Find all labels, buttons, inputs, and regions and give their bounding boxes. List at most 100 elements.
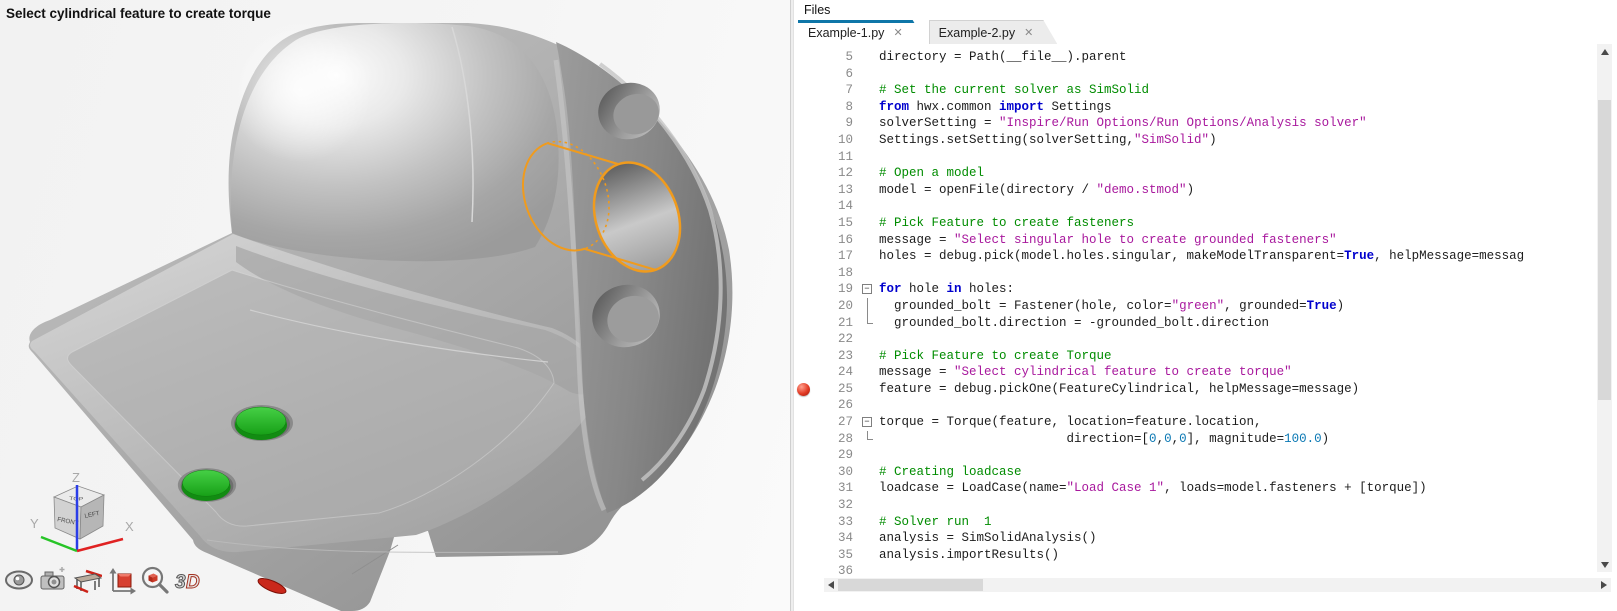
breakpoint-margin[interactable] — [794, 431, 812, 448]
horizontal-scrollbar[interactable] — [824, 578, 1611, 592]
fold-margin — [860, 265, 875, 282]
close-tab-icon[interactable]: ✕ — [893, 28, 902, 39]
horizontal-scroll-thumb[interactable] — [838, 579, 983, 591]
fold-margin — [860, 315, 875, 332]
line-number: 34 — [812, 530, 860, 547]
breakpoint-margin[interactable] — [794, 165, 812, 182]
line-number: 22 — [812, 331, 860, 348]
breakpoint-margin[interactable] — [794, 563, 812, 578]
breakpoint-margin[interactable] — [794, 115, 812, 132]
code-text — [875, 497, 879, 514]
breakpoint-margin[interactable] — [794, 480, 812, 497]
fold-margin — [860, 431, 875, 448]
code-line: 12# Open a model — [794, 165, 1598, 182]
code-text: # Pick Feature to create Torque — [875, 348, 1112, 365]
snapshot-icon[interactable] — [38, 565, 68, 595]
fold-margin — [860, 115, 875, 132]
breakpoint-margin[interactable] — [794, 132, 812, 149]
code-text: directory = Path(__file__).parent — [875, 49, 1127, 66]
bracket-model[interactable]: TOP FRONT LEFT Z Y X — [0, 0, 790, 611]
code-line: 14 — [794, 198, 1598, 215]
breakpoint-margin[interactable] — [794, 66, 812, 83]
breakpoint-margin[interactable] — [794, 99, 812, 116]
code-text — [875, 331, 879, 348]
fold-margin — [860, 149, 875, 166]
breakpoint-margin[interactable] — [794, 331, 812, 348]
vertical-scroll-thumb[interactable] — [1598, 100, 1611, 400]
breakpoint-margin[interactable] — [794, 497, 812, 514]
scroll-right-icon[interactable] — [1597, 578, 1611, 592]
breakpoint-margin[interactable] — [794, 315, 812, 332]
line-number: 7 — [812, 82, 860, 99]
fit-region-icon[interactable] — [106, 565, 136, 595]
scroll-down-icon[interactable] — [1597, 557, 1612, 572]
line-number: 25 — [812, 381, 860, 398]
code-line: 28 direction=[0,0,0], magnitude=100.0) — [794, 431, 1598, 448]
breakpoint-margin[interactable] — [794, 248, 812, 265]
code-line: 7# Set the current solver as SimSolid — [794, 82, 1598, 99]
fold-margin — [860, 232, 875, 249]
breakpoint-margin[interactable] — [794, 414, 812, 431]
code-editor[interactable]: 5directory = Path(__file__).parent67# Se… — [794, 44, 1598, 578]
breakpoint-margin[interactable] — [794, 348, 812, 365]
tab-example-2[interactable]: Example-2.py ✕ — [929, 20, 1058, 44]
fold-margin — [860, 530, 875, 547]
close-tab-icon[interactable]: ✕ — [1024, 28, 1033, 39]
breakpoint-margin[interactable] — [794, 530, 812, 547]
fold-margin — [860, 182, 875, 199]
code-line: 5directory = Path(__file__).parent — [794, 49, 1598, 66]
move-table-icon[interactable] — [72, 565, 102, 595]
code-line: 23# Pick Feature to create Torque — [794, 348, 1598, 365]
breakpoint-margin[interactable] — [794, 182, 812, 199]
code-text: direction=[0,0,0], magnitude=100.0) — [875, 431, 1329, 448]
3d-view-icon[interactable]: 3 D — [174, 565, 204, 595]
specular-highlight — [228, 18, 372, 162]
breakpoint-margin[interactable] — [794, 514, 812, 531]
breakpoint-margin[interactable] — [794, 281, 812, 298]
files-panel: Files Example-1.py ✕ Example-2.py ✕ 5dir… — [794, 0, 1617, 611]
zoom-icon[interactable] — [140, 565, 170, 595]
scroll-up-icon[interactable] — [1597, 44, 1612, 59]
line-number: 12 — [812, 165, 860, 182]
fold-margin[interactable]: − — [860, 281, 875, 298]
fold-margin — [860, 132, 875, 149]
code-text: # Solver run 1 — [875, 514, 992, 531]
breakpoint-margin[interactable] — [794, 215, 812, 232]
modeling-viewport[interactable]: Select cylindrical feature to create tor… — [0, 0, 790, 611]
visibility-icon[interactable] — [4, 565, 34, 595]
breakpoint-margin[interactable] — [794, 364, 812, 381]
vertical-scrollbar[interactable] — [1597, 44, 1612, 572]
breakpoint-margin[interactable] — [794, 82, 812, 99]
line-number: 9 — [812, 115, 860, 132]
breakpoint-margin[interactable] — [794, 232, 812, 249]
fold-margin — [860, 298, 875, 315]
code-text: holes = debug.pick(model.holes.singular,… — [875, 248, 1524, 265]
file-tab-bar: Example-1.py ✕ Example-2.py ✕ — [794, 20, 1617, 44]
grounded-fastener-1[interactable] — [231, 405, 293, 441]
fold-margin[interactable]: − — [860, 414, 875, 431]
breakpoint-margin[interactable] — [794, 49, 812, 66]
code-line: 16message = "Select singular hole to cre… — [794, 232, 1598, 249]
breakpoint-margin[interactable] — [794, 547, 812, 564]
breakpoint-marker[interactable] — [794, 381, 812, 398]
grounded-fastener-2[interactable] — [178, 468, 236, 502]
tab-label: Example-2.py — [939, 26, 1015, 40]
breakpoint-margin[interactable] — [794, 149, 812, 166]
view-cube[interactable]: TOP FRONT LEFT — [54, 486, 104, 539]
breakpoint-margin[interactable] — [794, 198, 812, 215]
fold-margin — [860, 381, 875, 398]
breakpoint-margin[interactable] — [794, 447, 812, 464]
code-line: 32 — [794, 497, 1598, 514]
breakpoint-margin[interactable] — [794, 265, 812, 282]
fold-margin — [860, 563, 875, 578]
tab-example-1[interactable]: Example-1.py ✕ — [798, 20, 927, 44]
fold-margin — [860, 82, 875, 99]
code-text: grounded_bolt = Fastener(hole, color="gr… — [875, 298, 1344, 315]
fold-margin — [860, 480, 875, 497]
breakpoint-margin[interactable] — [794, 464, 812, 481]
code-text — [875, 198, 879, 215]
breakpoint-margin[interactable] — [794, 298, 812, 315]
breakpoint-margin[interactable] — [794, 397, 812, 414]
scroll-left-icon[interactable] — [824, 578, 838, 592]
fold-margin — [860, 348, 875, 365]
